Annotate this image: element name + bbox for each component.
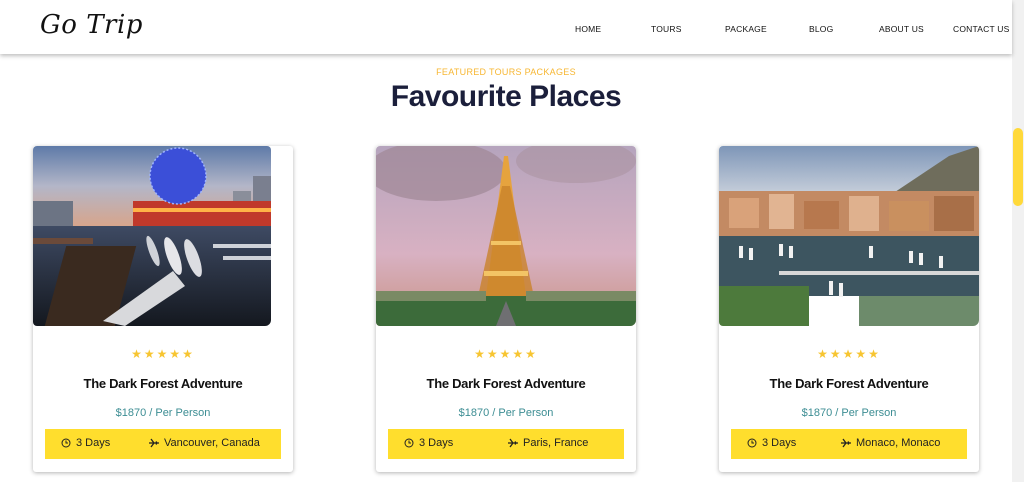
plane-icon xyxy=(149,438,159,448)
plane-icon xyxy=(841,438,851,448)
duration-text: 3 Days xyxy=(419,437,454,449)
nav-contact-us[interactable]: CONTACT US xyxy=(953,24,1009,34)
rating-stars: ★★★★★ xyxy=(474,347,538,361)
rating-stars: ★★★★★ xyxy=(131,347,195,361)
plane-icon xyxy=(508,438,518,448)
duration: 3 Days xyxy=(747,437,796,449)
card-price: $1870 / Per Person xyxy=(801,407,897,419)
scrollbar-thumb[interactable] xyxy=(1013,128,1023,206)
destination: Paris, France xyxy=(508,437,588,449)
top-navbar: Go Trip HOME TOURS PACKAGE BLOG ABOUT US… xyxy=(0,0,1012,54)
card-title[interactable]: The Dark Forest Adventure xyxy=(33,376,293,391)
main-nav: HOME TOURS PACKAGE BLOG ABOUT US CONTACT… xyxy=(0,0,1012,54)
nav-tours[interactable]: TOURS xyxy=(651,24,682,34)
card-info-bar: 3 Days Vancouver, Canada xyxy=(45,429,281,459)
tour-card[interactable]: ★★★★★ The Dark Forest Adventure $1870 / … xyxy=(376,146,636,472)
duration: 3 Days xyxy=(61,437,110,449)
destination-text: Vancouver, Canada xyxy=(164,437,260,449)
clock-icon xyxy=(61,438,71,448)
nav-package[interactable]: PACKAGE xyxy=(725,24,767,34)
rating-stars: ★★★★★ xyxy=(817,347,881,361)
card-title[interactable]: The Dark Forest Adventure xyxy=(376,376,636,391)
duration: 3 Days xyxy=(404,437,453,449)
nav-blog[interactable]: BLOG xyxy=(809,24,833,34)
card-price: $1870 / Per Person xyxy=(458,407,554,419)
card-price: $1870 / Per Person xyxy=(115,407,211,419)
monaco-harbor-photo[interactable] xyxy=(719,146,979,326)
card-info-bar: 3 Days Paris, France xyxy=(388,429,624,459)
page-scrollbar[interactable] xyxy=(1012,0,1024,482)
nav-home[interactable]: HOME xyxy=(575,24,601,34)
section-eyebrow: FEATURED TOURS PACKAGES xyxy=(436,67,576,77)
card-title[interactable]: The Dark Forest Adventure xyxy=(719,376,979,391)
destination: Vancouver, Canada xyxy=(149,437,260,449)
nav-about-us[interactable]: ABOUT US xyxy=(879,24,924,34)
destination-text: Paris, France xyxy=(523,437,589,449)
card-info-bar: 3 Days Monaco, Monaco xyxy=(731,429,967,459)
section-title: Favourite Places xyxy=(390,80,622,113)
duration-text: 3 Days xyxy=(76,437,111,449)
clock-icon xyxy=(404,438,414,448)
vancouver-science-world-photo[interactable] xyxy=(33,146,271,326)
destination-text: Monaco, Monaco xyxy=(856,437,941,449)
destination: Monaco, Monaco xyxy=(841,437,940,449)
clock-icon xyxy=(747,438,757,448)
duration-text: 3 Days xyxy=(762,437,797,449)
tour-card[interactable]: ★★★★★ The Dark Forest Adventure $1870 / … xyxy=(719,146,979,472)
tour-card[interactable]: ★★★★★ The Dark Forest Adventure $1870 / … xyxy=(33,146,293,472)
eiffel-tower-photo[interactable] xyxy=(376,146,636,326)
